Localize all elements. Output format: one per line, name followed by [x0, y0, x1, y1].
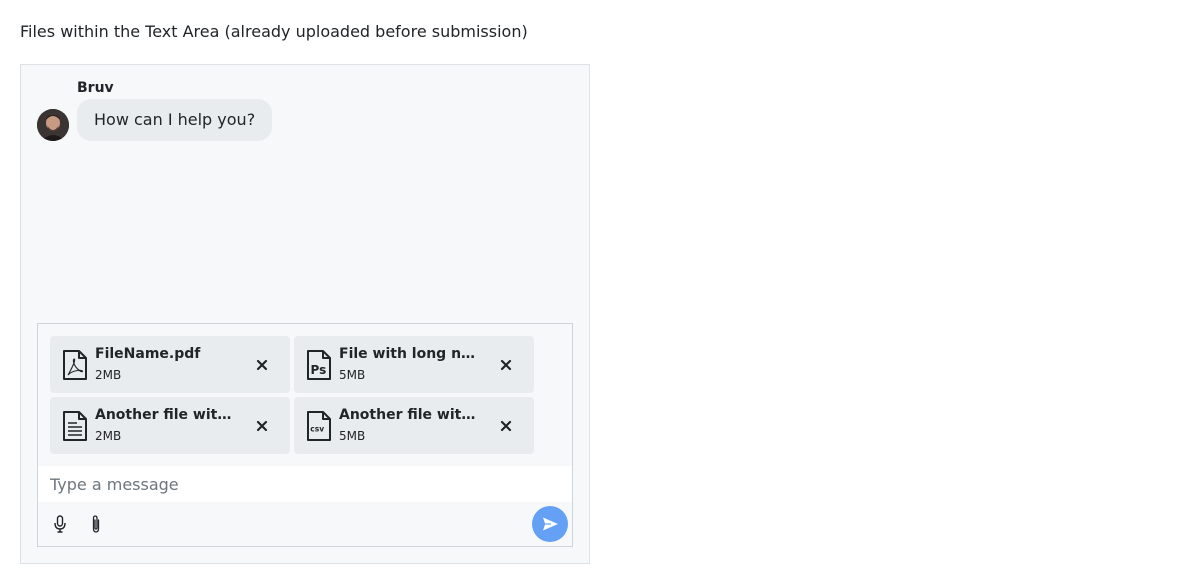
message-input[interactable] — [38, 466, 572, 502]
csv-file-icon: csv — [307, 411, 331, 441]
remove-attachment-button[interactable] — [497, 356, 515, 374]
attachment-card: Another file with long name.txt 2MB — [50, 397, 290, 454]
remove-attachment-button[interactable] — [497, 417, 515, 435]
pdf-file-icon — [63, 350, 87, 380]
sender-name: Bruv — [77, 80, 114, 96]
attachment-size: 5MB — [339, 429, 366, 443]
attachment-list: FileName.pdf 2MB Ps File with long name.… — [38, 324, 572, 466]
attachment-card: Ps File with long name.psd 5MB — [294, 336, 534, 393]
message-composer: FileName.pdf 2MB Ps File with long name.… — [37, 323, 573, 547]
text-file-icon — [63, 411, 87, 441]
photoshop-file-icon: Ps — [307, 350, 331, 380]
remove-attachment-button[interactable] — [253, 356, 271, 374]
paperclip-icon[interactable] — [86, 513, 106, 535]
remove-attachment-button[interactable] — [253, 417, 271, 435]
chat-container: Bruv How can I help you? FileName.pdf 2M… — [20, 64, 590, 564]
avatar — [37, 109, 69, 141]
send-icon — [543, 517, 558, 531]
microphone-icon[interactable] — [50, 513, 70, 535]
attachment-name: Another file with long name.csv — [339, 407, 483, 423]
svg-text:Ps: Ps — [311, 363, 327, 377]
attachment-name: File with long name.psd — [339, 346, 483, 362]
attachment-size: 5MB — [339, 368, 366, 382]
page-heading: Files within the Text Area (already uplo… — [20, 22, 528, 41]
message-bubble: How can I help you? — [77, 99, 273, 141]
attachment-size: 2MB — [95, 368, 122, 382]
attachment-size: 2MB — [95, 429, 122, 443]
send-button[interactable] — [532, 506, 568, 542]
attachment-name: FileName.pdf — [95, 346, 201, 362]
svg-text:csv: csv — [310, 425, 324, 434]
attachment-card: csv Another file with long name.csv 5MB — [294, 397, 534, 454]
attachment-card: FileName.pdf 2MB — [50, 336, 290, 393]
attachment-name: Another file with long name.txt — [95, 407, 239, 423]
